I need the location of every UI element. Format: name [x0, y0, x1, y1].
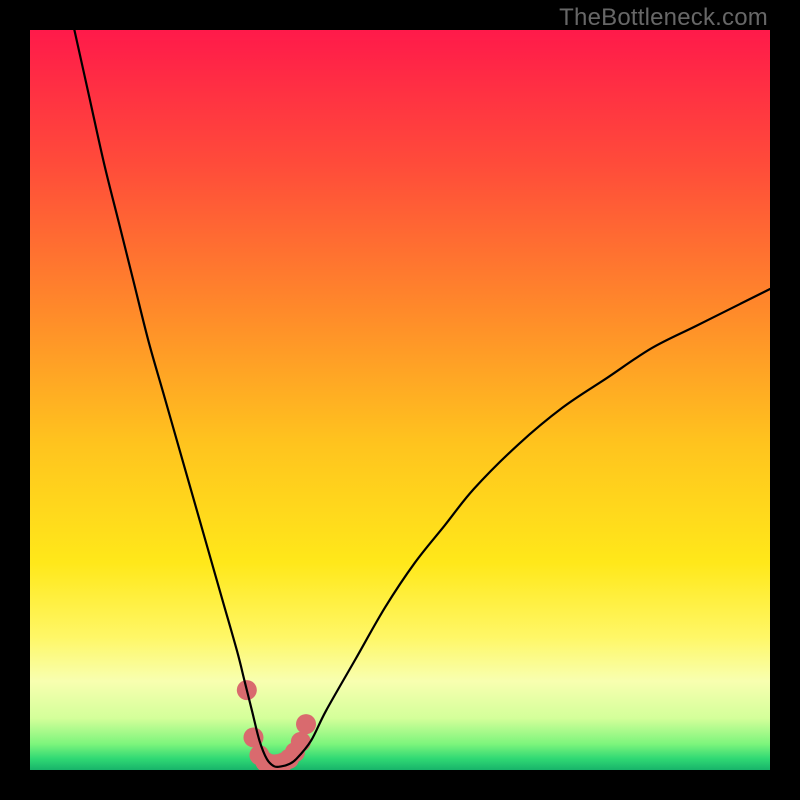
optimal-marker	[296, 714, 316, 734]
bottleneck-curve	[74, 30, 770, 767]
watermark-text: TheBottleneck.com	[559, 4, 768, 32]
chart-frame: TheBottleneck.com	[0, 0, 800, 800]
plot-area	[30, 30, 770, 770]
curves-layer	[30, 30, 770, 770]
optimal-marker	[291, 732, 311, 752]
